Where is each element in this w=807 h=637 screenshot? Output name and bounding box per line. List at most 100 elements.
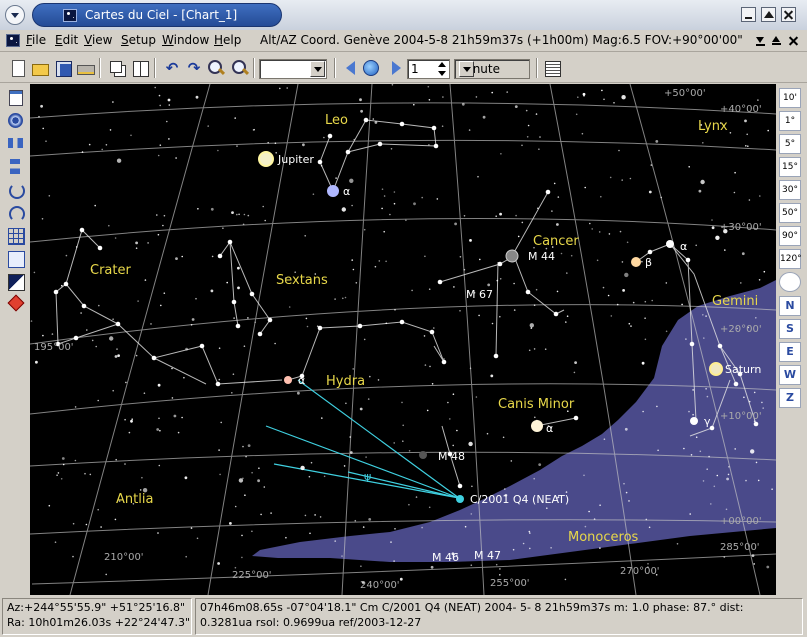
redo-icon[interactable]: ↷	[185, 59, 203, 77]
constellation-star[interactable]	[545, 189, 551, 195]
print-icon[interactable]	[76, 59, 95, 77]
constellation-star[interactable]	[235, 323, 241, 329]
constellation-star[interactable]	[685, 257, 691, 263]
comet-c2001q4[interactable]	[456, 495, 464, 503]
child-close-button[interactable]	[788, 35, 799, 46]
fov-15deg-button[interactable]: 15°	[779, 157, 801, 177]
zoom-out-icon[interactable]	[231, 59, 249, 77]
child-restore-button[interactable]	[772, 35, 783, 46]
star-alphard[interactable]	[284, 376, 292, 384]
constellation-star[interactable]	[249, 291, 255, 297]
sky-chart-canvas[interactable]: Leo Lynx Crater Sextans Cancer Gemini Hy…	[30, 84, 776, 595]
chart-document-icon[interactable]	[6, 34, 20, 47]
constellation-star[interactable]	[215, 381, 221, 387]
constellation-star[interactable]	[573, 415, 579, 421]
chevron-down-icon[interactable]	[459, 61, 474, 77]
view-west-button[interactable]: W	[779, 365, 801, 385]
window-menu-button[interactable]	[5, 5, 25, 25]
constellation-star[interactable]	[497, 261, 503, 267]
constellation-star[interactable]	[357, 323, 363, 329]
constellation-star[interactable]	[733, 381, 739, 387]
constellation-star[interactable]	[553, 311, 559, 317]
constellation-star[interactable]	[97, 245, 103, 251]
constellation-star[interactable]	[399, 121, 405, 127]
constellation-star[interactable]	[441, 359, 447, 365]
reset-time-icon[interactable]	[362, 59, 380, 77]
star-regulus[interactable]	[327, 185, 339, 197]
open-icon[interactable]	[31, 59, 49, 77]
constellation-star[interactable]	[79, 227, 85, 233]
time-step-spinner[interactable]	[436, 60, 448, 78]
save-icon[interactable]	[54, 59, 72, 77]
constellation-star[interactable]	[399, 319, 405, 325]
constellation-star[interactable]	[717, 343, 723, 349]
new-chart-icon[interactable]	[9, 59, 27, 77]
constellation-star[interactable]	[327, 133, 333, 139]
grid-icon[interactable]	[7, 227, 25, 245]
constellation-star[interactable]	[437, 279, 443, 285]
fov-all-sky-icon[interactable]	[779, 272, 801, 292]
constellation-star[interactable]	[115, 321, 121, 327]
constellation-star[interactable]	[493, 353, 499, 359]
rotate-right-icon[interactable]	[7, 181, 25, 199]
rotate-left-icon[interactable]	[7, 204, 25, 222]
maximize-button[interactable]	[761, 7, 776, 22]
chart-settings-icon[interactable]	[7, 89, 24, 106]
constellation-star[interactable]	[689, 341, 695, 347]
night-vision-icon[interactable]	[7, 273, 25, 291]
previous-icon[interactable]	[342, 59, 360, 77]
view-east-button[interactable]: E	[779, 342, 801, 362]
constellation-star[interactable]	[231, 299, 237, 305]
fov-50deg-button[interactable]: 50°	[779, 203, 801, 223]
cascade-icon[interactable]	[108, 59, 126, 77]
constellation-star[interactable]	[151, 355, 157, 361]
constellation-star[interactable]	[199, 343, 205, 349]
planet-saturn[interactable]	[709, 362, 723, 376]
next-icon[interactable]	[387, 59, 405, 77]
menu-window[interactable]: Window	[162, 33, 209, 47]
fov-90deg-button[interactable]: 90°	[779, 226, 801, 246]
view-south-button[interactable]: S	[779, 319, 801, 339]
flip-vertical-icon[interactable]	[7, 158, 24, 175]
star-pollux[interactable]	[631, 257, 641, 267]
constellation-star[interactable]	[63, 281, 69, 287]
fov-5deg-button[interactable]: 5°	[779, 134, 801, 154]
undo-icon[interactable]: ↶	[163, 59, 181, 77]
menu-help[interactable]: Help	[214, 33, 241, 47]
tile-icon[interactable]	[131, 59, 149, 77]
zoom-in-icon[interactable]	[207, 59, 225, 77]
fov-120deg-button[interactable]: 120°	[779, 249, 802, 269]
star-gamma-gem[interactable]	[690, 417, 698, 425]
constellation-star[interactable]	[753, 421, 759, 427]
constellation-star[interactable]	[317, 325, 323, 331]
close-button[interactable]	[781, 7, 796, 22]
cluster-m44[interactable]	[505, 249, 519, 263]
sky-chart[interactable]: Leo Lynx Crater Sextans Cancer Gemini Hy…	[30, 84, 776, 595]
menu-file[interactable]: File	[26, 33, 46, 47]
star-procyon[interactable]	[531, 420, 543, 432]
projection-icon[interactable]	[7, 112, 24, 129]
constellation-star[interactable]	[73, 335, 79, 341]
minimize-button[interactable]	[741, 7, 756, 22]
marker-icon[interactable]	[7, 294, 24, 311]
constellation-star[interactable]	[429, 329, 435, 335]
constellation-star[interactable]	[457, 483, 463, 489]
constellation-star[interactable]	[317, 159, 323, 165]
constellation-star[interactable]	[81, 303, 87, 309]
constellation-star[interactable]	[647, 249, 653, 255]
constellation-star[interactable]	[217, 253, 223, 259]
label-icon[interactable]	[7, 250, 25, 268]
constellation-star[interactable]	[431, 125, 437, 131]
star-castor[interactable]	[666, 240, 674, 248]
constellation-star[interactable]	[363, 117, 369, 123]
constellation-star[interactable]	[257, 331, 263, 337]
cluster-m48[interactable]	[419, 451, 427, 459]
field-combo[interactable]	[259, 59, 327, 79]
fov-10min-button[interactable]: 10'	[779, 88, 801, 108]
constellation-star[interactable]	[267, 317, 273, 323]
child-minimize-button[interactable]	[756, 35, 767, 46]
constellation-star[interactable]	[433, 143, 439, 149]
constellation-star[interactable]	[345, 149, 351, 155]
view-zenith-button[interactable]: Z	[779, 388, 801, 408]
planet-jupiter[interactable]	[258, 151, 274, 167]
